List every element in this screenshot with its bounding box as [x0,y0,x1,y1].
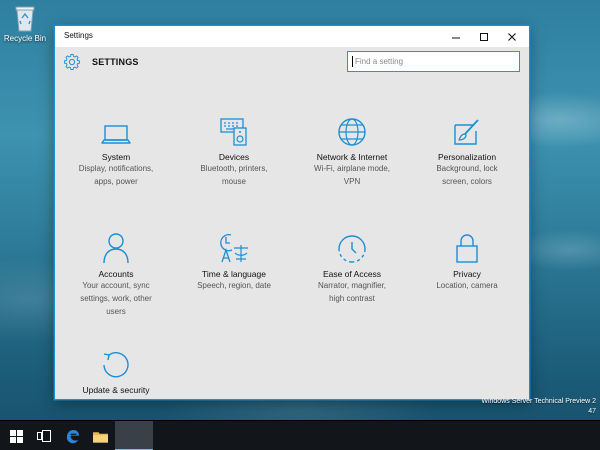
tile-update-security[interactable]: Update & security [57,344,175,395]
person-icon [103,233,129,264]
search-input[interactable] [354,57,519,66]
close-button[interactable] [499,26,525,47]
tile-personalization[interactable]: Personalization Background, lock screen,… [408,111,526,188]
tile-desc-line2: settings, work, other [80,294,152,303]
tile-name: Devices [218,152,250,162]
update-icon [103,352,129,378]
tile-system[interactable]: System Display, notifications, apps, pow… [57,111,175,188]
recycle-bin-label: Recycle Bin [3,34,47,43]
tile-name: Accounts [98,269,134,279]
text-caret [352,56,353,67]
windows-logo-icon [9,429,23,443]
tile-devices[interactable]: Devices Bluetooth, printers, mouse [175,111,293,188]
tile-desc-line1: Wi-Fi, airplane mode, [313,164,391,173]
edge-browser-button[interactable] [58,421,86,450]
maximize-icon [480,32,488,41]
ease-of-access-icon [338,235,366,263]
tile-accounts[interactable]: Accounts Your account, sync settings, wo… [57,228,175,318]
edge-icon [66,429,79,443]
tile-name: System [101,152,131,162]
file-explorer-button[interactable] [86,421,114,450]
lock-icon [456,234,478,263]
tile-desc-line1: Background, lock [436,164,498,173]
close-icon [508,32,516,41]
tile-time-language[interactable]: Time & language Speech, region, date [175,228,293,292]
tile-name: Network & Internet [316,152,388,162]
settings-header: SETTINGS [55,47,529,83]
start-button[interactable] [2,421,30,450]
gear-icon [64,54,80,70]
watermark-line2: 47 [588,408,596,415]
tile-desc-line1: Your account, sync [82,281,150,290]
window-title: Settings [64,31,93,40]
recycle-bin[interactable]: Recycle Bin [2,4,48,43]
title-bar[interactable]: Settings [55,26,529,47]
globe-icon [338,118,366,146]
time-language-icon [220,234,248,263]
laptop-icon [101,125,131,144]
settings-window: Settings SETTINGS System Displ [54,25,530,400]
page-title: SETTINGS [92,57,139,67]
tile-desc-line1: Display, notifications, [78,164,154,173]
settings-taskbar-button[interactable] [115,421,153,450]
os-version-watermark: Windows Server Technical Preview 2 47 [481,397,596,417]
paint-icon [454,119,479,145]
recycle-bin-icon [15,6,35,32]
search-box[interactable] [347,51,520,72]
minimize-icon [452,37,460,38]
minimize-button[interactable] [443,26,469,47]
taskbar [0,420,600,450]
tile-desc-line2: VPN [343,177,361,186]
tile-ease-of-access[interactable]: Ease of Access Narrator, magnifier, high… [293,228,411,305]
tile-desc-line1: Speech, region, date [197,281,271,290]
task-view-icon [37,430,51,442]
tile-name: Ease of Access [322,269,382,279]
tile-name: Privacy [453,269,481,279]
task-view-button[interactable] [30,421,58,450]
tile-desc-line2: high contrast [329,294,375,303]
tile-desc-line1: Location, camera [436,281,498,290]
tile-name: Update & security [82,385,150,395]
tile-network-internet[interactable]: Network & Internet Wi-Fi, airplane mode,… [293,111,411,188]
watermark-line1: Windows Server Technical Preview 2 [481,398,596,405]
tile-name: Time & language [202,269,266,279]
tile-desc-line2: apps, power [94,177,138,186]
tile-name: Personalization [437,152,497,162]
tile-desc-line3: users [106,307,126,316]
devices-icon [220,118,247,146]
tile-desc-line1: Narrator, magnifier, [317,281,387,290]
tile-privacy[interactable]: Privacy Location, camera [408,228,526,292]
tile-desc-line2: screen, colors [442,177,492,186]
tile-desc-line2: mouse [221,177,246,186]
maximize-button[interactable] [471,26,497,47]
folder-icon [92,431,108,443]
tile-desc-line1: Bluetooth, printers, [200,164,268,173]
